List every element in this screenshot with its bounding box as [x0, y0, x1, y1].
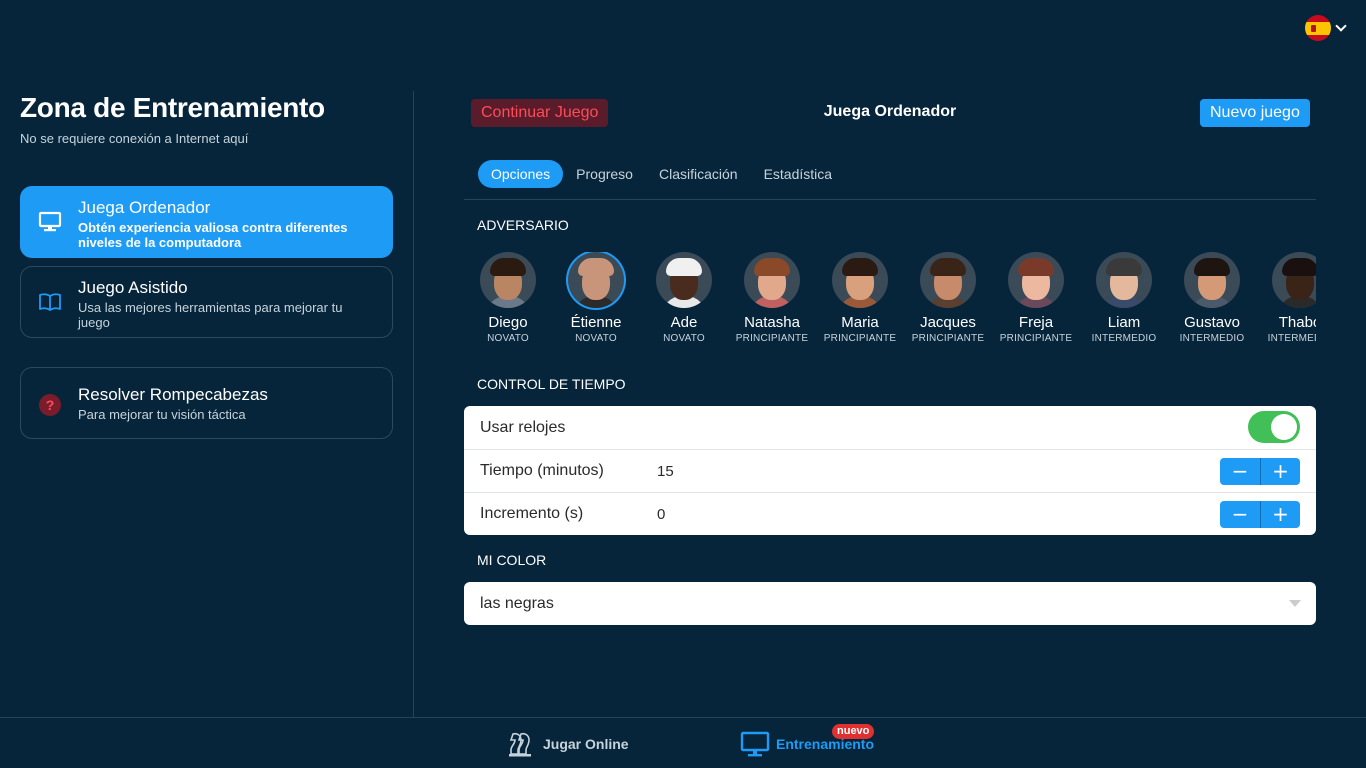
avatar — [480, 252, 536, 308]
time-control-heading: CONTROL DE TIEMPO — [477, 376, 626, 392]
opponent-list: Diego NOVATO Étienne NOVATO Ade NOVATO Natasha… — [464, 252, 1316, 347]
avatar — [920, 252, 976, 308]
color-heading: MI COLOR — [477, 552, 547, 568]
opponent-level: INTERMEDIO — [1179, 333, 1245, 344]
opponent-level: INTERMEDIO — [1091, 333, 1157, 344]
opponent-0[interactable]: Diego NOVATO — [464, 252, 552, 344]
opponent-8[interactable]: Gustavo INTERMEDIO — [1168, 252, 1256, 344]
language-selector[interactable] — [1305, 15, 1347, 41]
avatar — [1184, 252, 1240, 308]
left-panel: Zona de Entrenamiento No se requiere con… — [0, 0, 413, 717]
color-select[interactable]: las negras — [464, 582, 1316, 625]
spain-flag-icon — [1305, 15, 1331, 41]
avatar — [744, 252, 800, 308]
tab-bar: Opciones Progreso Clasificación Estadíst… — [478, 160, 845, 188]
color-select-value: las negras — [480, 595, 554, 612]
tab-ranking[interactable]: Clasificación — [646, 160, 751, 188]
minutes-decrease-button[interactable]: − — [1220, 458, 1260, 485]
bottom-nav: Jugar Online Entrenamiento nuevo — [0, 717, 1366, 768]
increment-label: Incremento (s) — [480, 505, 584, 522]
new-badge: nuevo — [832, 724, 875, 739]
tab-options[interactable]: Opciones — [478, 160, 564, 188]
nav-play-online[interactable]: Jugar Online — [505, 730, 629, 758]
opponent-name: Freja — [1018, 314, 1054, 331]
chevron-down-icon — [1335, 20, 1347, 32]
page-subtitle: No se requiere conexión a Internet aquí — [20, 131, 249, 146]
page-title: Zona de Entrenamiento — [20, 92, 325, 123]
opponent-name: Maria — [841, 314, 879, 331]
use-clocks-toggle[interactable] — [1248, 411, 1300, 443]
nav-play-online-label: Jugar Online — [543, 736, 629, 752]
card-desc: Usa las mejores herramientas para mejora… — [78, 300, 343, 330]
minutes-stepper: − + — [1220, 458, 1300, 485]
opponent-name: Jacques — [920, 314, 976, 331]
monitor-icon — [37, 209, 63, 235]
avatar — [1008, 252, 1064, 308]
opponent-1[interactable]: Étienne NOVATO — [552, 252, 640, 344]
avatar — [656, 252, 712, 308]
opponent-3[interactable]: Natasha PRINCIPIANTE — [728, 252, 816, 344]
tab-statistics[interactable]: Estadística — [751, 160, 845, 188]
card-desc: Para mejorar tu visión táctica — [78, 407, 246, 422]
increment-value: 0 — [657, 505, 666, 523]
caret-down-icon — [1289, 600, 1301, 607]
opponent-name: Natasha — [744, 314, 800, 331]
new-game-button[interactable]: Nuevo juego — [1200, 99, 1310, 127]
card-desc: Obtén experiencia valiosa contra diferen… — [78, 220, 348, 250]
increment-increase-button[interactable]: + — [1260, 501, 1300, 528]
opponent-heading: ADVERSARIO — [477, 217, 569, 233]
opponent-name: Ade — [670, 314, 698, 331]
vertical-divider — [413, 91, 414, 717]
time-control-box: Usar relojes Tiempo (minutos) 15 − + Inc… — [464, 406, 1316, 535]
opponent-4[interactable]: Maria PRINCIPIANTE — [816, 252, 904, 344]
opponent-level: NOVATO — [663, 333, 705, 344]
use-clocks-label: Usar relojes — [480, 418, 566, 436]
tab-progress[interactable]: Progreso — [563, 160, 646, 188]
minutes-value: 15 — [657, 462, 674, 480]
monitor-icon — [740, 731, 770, 757]
minutes-row: Tiempo (minutos) 15 − + — [464, 449, 1316, 492]
opponent-level: PRINCIPIANTE — [735, 333, 809, 344]
card-solve-puzzles[interactable]: ? Resolver Rompecabezas Para mejorar tu … — [20, 367, 393, 439]
tab-divider — [464, 199, 1316, 200]
opponent-name: Diego — [488, 314, 528, 331]
opponent-level: NOVATO — [575, 333, 617, 344]
opponent-name: Liam — [1107, 314, 1141, 331]
card-title: Juega Ordenador — [78, 198, 211, 217]
opponent-2[interactable]: Ade NOVATO — [640, 252, 728, 344]
panel-title: Juega Ordenador — [823, 103, 957, 120]
card-play-computer[interactable]: Juega Ordenador Obtén experiencia valios… — [20, 186, 393, 258]
avatar — [832, 252, 888, 308]
question-icon: ? — [37, 392, 63, 418]
opponent-name: Thabo — [1278, 314, 1316, 331]
toggle-knob — [1271, 414, 1297, 440]
minutes-increase-button[interactable]: + — [1260, 458, 1300, 485]
continue-game-button[interactable]: Continuar Juego — [471, 99, 609, 127]
opponent-level: PRINCIPIANTE — [999, 333, 1073, 344]
avatar — [1096, 252, 1152, 308]
opponent-level: PRINCIPIANTE — [911, 333, 985, 344]
card-title: Juego Asistido — [78, 278, 188, 297]
opponent-level: PRINCIPIANTE — [823, 333, 897, 344]
opponent-7[interactable]: Liam INTERMEDIO — [1080, 252, 1168, 344]
card-assisted-game[interactable]: Juego Asistido Usa las mejores herramien… — [20, 266, 393, 338]
minutes-label: Tiempo (minutos) — [480, 462, 604, 479]
opponent-6[interactable]: Freja PRINCIPIANTE — [992, 252, 1080, 344]
opponent-name: Étienne — [570, 314, 622, 331]
avatar — [568, 252, 624, 308]
opponent-level: NOVATO — [487, 333, 529, 344]
card-title: Resolver Rompecabezas — [78, 385, 268, 404]
increment-stepper: − + — [1220, 501, 1300, 528]
use-clocks-row: Usar relojes — [464, 406, 1316, 449]
book-icon — [37, 289, 63, 315]
avatar — [1272, 252, 1316, 308]
opponent-name: Gustavo — [1184, 314, 1240, 331]
opponent-5[interactable]: Jacques PRINCIPIANTE — [904, 252, 992, 344]
opponent-level: INTERMEDIO — [1267, 333, 1316, 344]
increment-decrease-button[interactable]: − — [1220, 501, 1260, 528]
opponent-9[interactable]: Thabo INTERMEDIO — [1256, 252, 1316, 344]
increment-row: Incremento (s) 0 − + — [464, 492, 1316, 535]
chess-knights-icon — [509, 732, 531, 757]
